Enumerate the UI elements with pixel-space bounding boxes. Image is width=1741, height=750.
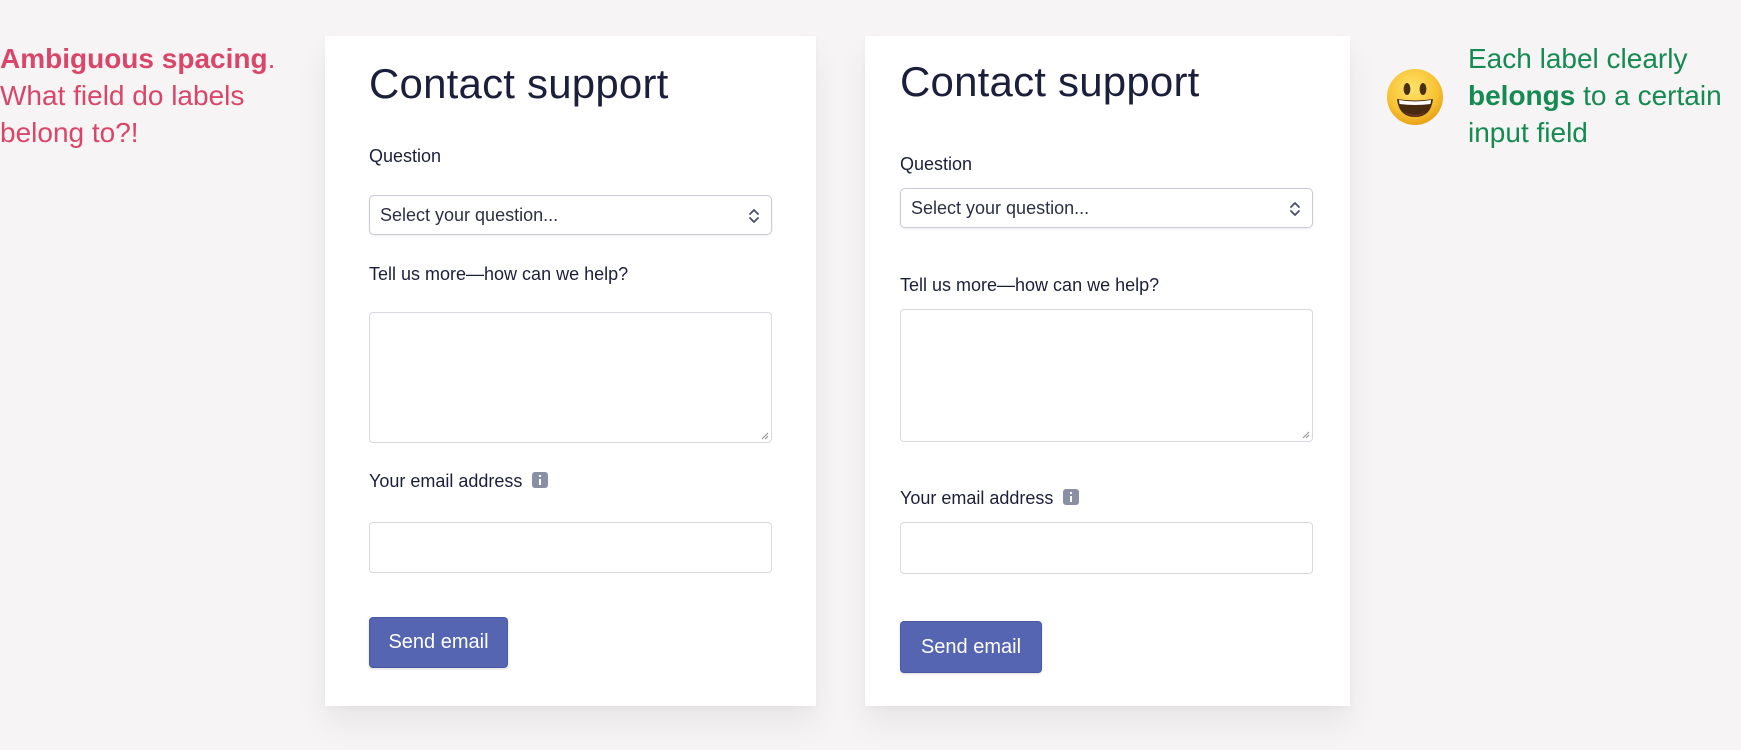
good-note-line2-rest: to a certain <box>1575 80 1722 111</box>
good-note-line1: Each label clearly <box>1468 43 1688 74</box>
send-email-button[interactable]: Send email <box>900 621 1042 673</box>
good-note-line2: belongs to a certain <box>1468 77 1741 114</box>
email-label-text: Your email address <box>900 488 1054 508</box>
chevron-up-down-icon <box>1290 202 1300 216</box>
smiley-face-icon <box>1387 69 1443 125</box>
resize-grip-icon[interactable] <box>761 432 769 440</box>
question-select[interactable]: Select your question... <box>369 195 772 235</box>
contact-form-bad: Contact support Question Select your que… <box>325 36 816 706</box>
email-label: Your email address <box>900 488 1080 509</box>
resize-grip-icon[interactable] <box>1302 431 1310 439</box>
email-input[interactable] <box>900 522 1313 574</box>
good-example-note: Each label clearly belongs to a certain … <box>1468 40 1741 151</box>
bad-note-heading: Ambiguous spacing <box>0 43 268 74</box>
question-select-value: Select your question... <box>911 198 1090 218</box>
bad-note-text: What field do labels belong to?! <box>0 80 245 148</box>
email-label-text: Your email address <box>369 471 523 491</box>
bad-example-note: Ambiguous spacing. What field do labels … <box>0 40 300 151</box>
chevron-up-down-icon <box>749 209 759 223</box>
question-select-value: Select your question... <box>380 205 559 225</box>
send-email-button[interactable]: Send email <box>369 617 508 668</box>
form-title: Contact support <box>900 58 1200 105</box>
form-title: Contact support <box>369 60 669 107</box>
message-textarea[interactable] <box>369 312 772 443</box>
message-textarea[interactable] <box>900 309 1313 442</box>
message-label: Tell us more—how can we help? <box>369 264 629 284</box>
good-note-line3: input field <box>1468 117 1588 148</box>
question-select[interactable]: Select your question... <box>900 188 1313 228</box>
good-note-emphasis: belongs <box>1468 80 1576 111</box>
email-input[interactable] <box>369 522 772 573</box>
contact-form-good: Contact support Question Select your que… <box>865 36 1350 706</box>
email-label: Your email address <box>369 471 549 492</box>
bad-note-period: . <box>267 43 276 74</box>
info-icon[interactable] <box>532 472 549 488</box>
question-label: Question <box>369 146 442 166</box>
info-icon[interactable] <box>1063 489 1080 505</box>
message-label: Tell us more—how can we help? <box>900 275 1160 295</box>
question-label: Question <box>900 154 973 174</box>
